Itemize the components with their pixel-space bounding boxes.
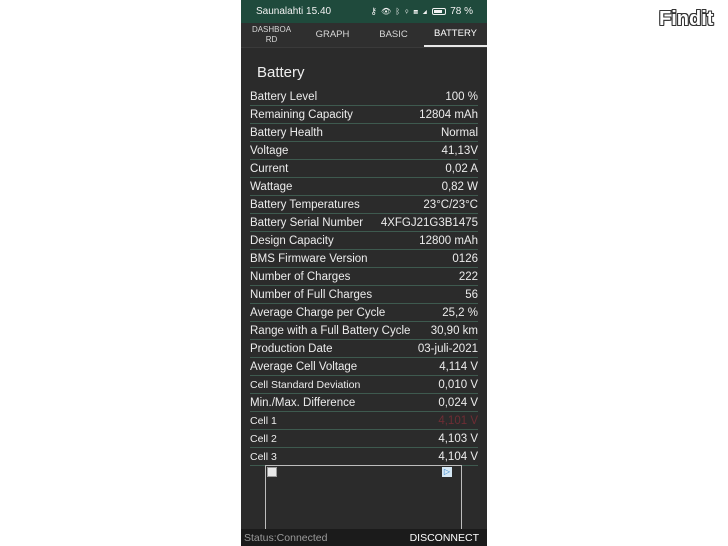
info-row-value: 0,02 A: [445, 162, 478, 175]
info-row-value: 100 %: [445, 90, 478, 103]
info-row-value: 4,101 V: [438, 414, 478, 427]
info-row: Range with a Full Battery Cycle 30,90 km: [250, 322, 478, 340]
info-row-label: Cell 3: [250, 450, 277, 463]
info-row-label: BMS Firmware Version: [250, 252, 368, 265]
info-row-label: Cell Standard Deviation: [250, 378, 361, 391]
battery-percent: 78 %: [450, 6, 473, 17]
info-row-value: 12800 mAh: [419, 234, 478, 247]
info-row-value: 4,104 V: [438, 450, 478, 463]
tab-bar: DASHBOA RD GRAPH BASIC BATTERY: [241, 23, 487, 48]
info-row: Wattage 0,82 W: [250, 178, 478, 196]
connection-status: Status:Connected: [244, 531, 328, 544]
info-row: Average Cell Voltage 4,114 V: [250, 358, 478, 376]
info-row-label: Battery Level: [250, 90, 318, 103]
info-row-label: Average Cell Voltage: [250, 360, 358, 373]
status-bar: Saunalahti 15.40 ⚷ 👁 ᛒ ⚲ ▦ ◢ 78 %: [241, 0, 487, 23]
info-row: Current 0,02 A: [250, 160, 478, 178]
info-row-label: Average Charge per Cycle: [250, 306, 386, 319]
info-row-value: 23°C/23°C: [423, 198, 478, 211]
info-row-label: Battery Serial Number: [250, 216, 364, 229]
bottom-bar: Status:Connected DISCONNECT: [241, 529, 487, 546]
info-row-label: Battery Temperatures: [250, 198, 360, 211]
info-row: BMS Firmware Version 0126: [250, 250, 478, 268]
info-row-label: Cell 2: [250, 432, 277, 445]
info-row-value: 0126: [452, 252, 478, 265]
info-row-value: 03-juli-2021: [417, 342, 478, 355]
info-row: Cell 1 4,101 V: [250, 412, 478, 430]
broken-image-icon: [267, 467, 277, 477]
info-row-label: Design Capacity: [250, 234, 334, 247]
info-row: Number of Full Charges 56: [250, 286, 478, 304]
info-row-label: Number of Full Charges: [250, 288, 373, 301]
info-row-value: Normal: [440, 126, 478, 139]
info-row-value: 4,114 V: [439, 360, 478, 373]
info-row: Cell 2 4,103 V: [250, 430, 478, 448]
info-row: Average Charge per Cycle 25,2 %: [250, 304, 478, 322]
tab-basic[interactable]: BASIC: [363, 23, 424, 47]
tab-dashboard[interactable]: DASHBOA RD: [241, 23, 302, 47]
info-row-value: 0,82 W: [441, 180, 478, 193]
tab-battery[interactable]: BATTERY: [424, 23, 487, 47]
info-row: Number of Charges 222: [250, 268, 478, 286]
info-row: Remaining Capacity 12804 mAh: [250, 106, 478, 124]
info-row-label: Battery Health: [250, 126, 323, 139]
info-row-label: Voltage: [250, 144, 289, 157]
info-row-label: Cell 1: [250, 414, 277, 427]
disconnect-button[interactable]: DISCONNECT: [410, 532, 479, 544]
ad-banner[interactable]: ▷: [265, 465, 462, 529]
info-row: Voltage 41,13V: [250, 142, 478, 160]
info-row-value: 56: [465, 288, 478, 301]
info-row-value: 30,90 km: [430, 324, 478, 337]
info-row-label: Number of Charges: [250, 270, 351, 283]
info-row-label: Current: [250, 162, 289, 175]
info-row-value: 41,13V: [441, 144, 478, 157]
info-row: Battery Serial Number 4XFGJ21G3B1475: [250, 214, 478, 232]
info-row-label: Remaining Capacity: [250, 108, 353, 121]
info-row-label: Production Date: [250, 342, 333, 355]
info-row-label: Range with a Full Battery Cycle: [250, 324, 411, 337]
info-row-label: Min./Max. Difference: [250, 396, 356, 409]
info-row-value: 0,010 V: [438, 378, 478, 391]
info-row-value: 12804 mAh: [419, 108, 478, 121]
phone-screen: Saunalahti 15.40 ⚷ 👁 ᛒ ⚲ ▦ ◢ 78 % DASHBO…: [241, 0, 487, 546]
info-row: Design Capacity 12800 mAh: [250, 232, 478, 250]
info-row: Production Date 03-juli-2021: [250, 340, 478, 358]
carrier-time: Saunalahti 15.40: [256, 6, 332, 17]
battery-info-list: Battery Level 100 % Remaining Capacity 1280…: [250, 88, 478, 466]
info-row-value: 4XFGJ21G3B1475: [380, 216, 478, 229]
info-row-label: Wattage: [250, 180, 293, 193]
info-row: Min./Max. Difference 0,024 V: [250, 394, 478, 412]
info-row-value: 222: [458, 270, 478, 283]
system-icons: 👁 ᛒ ⚲ ▦ ◢: [380, 7, 429, 16]
ad-info-icon[interactable]: ▷: [442, 467, 452, 477]
info-row: Cell 3 4,104 V: [250, 448, 478, 466]
info-row: Battery Temperatures 23°C/23°C: [250, 196, 478, 214]
info-row: Battery Level 100 %: [250, 88, 478, 106]
tab-graph[interactable]: GRAPH: [302, 23, 363, 47]
battery-icon: [432, 8, 447, 15]
info-row: Cell Standard Deviation 0,010 V: [250, 376, 478, 394]
key-icon: ⚷: [370, 6, 377, 16]
info-row-value: 0,024 V: [438, 396, 478, 409]
section-title: Battery: [257, 64, 305, 81]
info-row-value: 4,103 V: [438, 432, 478, 445]
status-icons: ⚷ 👁 ᛒ ⚲ ▦ ◢ 78 %: [370, 6, 473, 17]
findit-logo: Findit: [659, 8, 714, 30]
info-row-value: 25,2 %: [442, 306, 478, 319]
info-row: Battery Health Normal: [250, 124, 478, 142]
